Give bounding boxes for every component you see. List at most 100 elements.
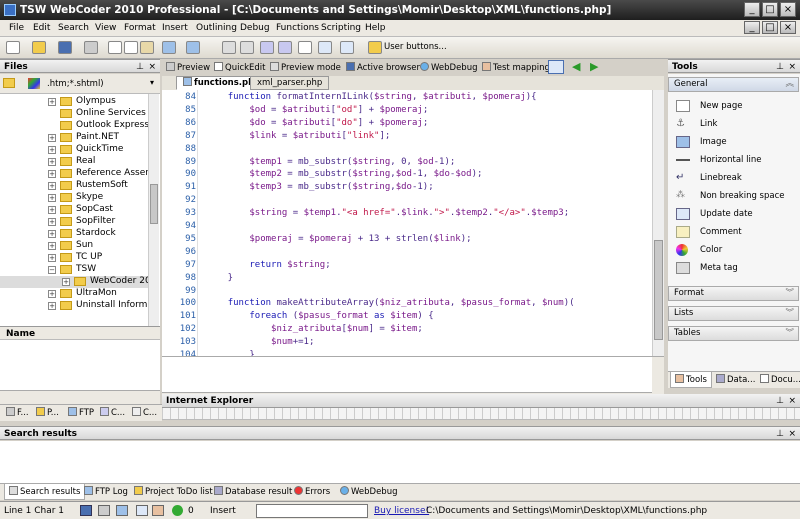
tools-section-general[interactable]: General ︽	[668, 77, 799, 92]
tab-data[interactable]: Data...	[712, 372, 759, 388]
menu-edit[interactable]: Edit	[33, 23, 50, 33]
panel-close-icon[interactable]: ×	[788, 427, 796, 441]
panel-close-icon[interactable]: ×	[788, 394, 796, 408]
code-text: $temp2 = mb_substr($string,$od-1, $do-$o…	[249, 169, 483, 180]
indent-icon[interactable]	[278, 41, 292, 54]
user-buttons-icon[interactable]	[368, 41, 382, 54]
open-folder-icon[interactable]	[32, 41, 46, 54]
tab-project-todo[interactable]: Project ToDo list	[130, 484, 217, 500]
output-tab-bar: Search results FTP Log Project ToDo list…	[0, 483, 800, 500]
new-page-icon	[676, 100, 690, 112]
tools-icon[interactable]	[152, 505, 164, 516]
menu-functions[interactable]: Functions	[276, 23, 319, 33]
copy-icon[interactable]	[124, 41, 138, 54]
tab-clips[interactable]: C...	[128, 405, 161, 421]
menu-file[interactable]: File	[9, 23, 24, 33]
doc-restore-button[interactable]: □	[762, 21, 778, 34]
folder-icon	[60, 217, 72, 226]
bookmark-icon[interactable]	[260, 41, 274, 54]
pin-icon[interactable]: ⊥	[776, 60, 784, 74]
doc-close-button[interactable]: ×	[780, 21, 796, 34]
pin-icon[interactable]: ⊥	[776, 394, 784, 408]
files-hscroll[interactable]	[0, 390, 160, 404]
save-icon[interactable]	[80, 505, 92, 516]
tools-bottom-tabs: Tools Data... Docu...	[668, 371, 800, 388]
tab-code[interactable]: C...	[96, 405, 129, 421]
save-icon[interactable]	[58, 41, 72, 54]
panel-close-icon[interactable]: ×	[788, 60, 796, 74]
menu-help[interactable]: Help	[365, 23, 386, 33]
tab-database-result[interactable]: Database result	[210, 484, 296, 500]
pin-icon[interactable]: ⊥	[776, 427, 784, 441]
close-button[interactable]: ×	[780, 2, 796, 17]
comment-icon[interactable]	[298, 41, 312, 54]
menu-view[interactable]: View	[95, 23, 116, 33]
find-next-icon[interactable]	[240, 41, 254, 54]
webdebug-button[interactable]: WebDebug	[420, 62, 477, 73]
paste-icon[interactable]	[140, 41, 154, 54]
folder-up-icon[interactable]	[3, 78, 15, 88]
tab-files[interactable]: F...	[2, 405, 33, 421]
quickedit-button[interactable]: QuickEdit	[214, 62, 266, 73]
files-filter-select[interactable]: .htm;*.shtml)	[47, 79, 104, 89]
message-icon[interactable]	[318, 41, 332, 54]
monitor-icon[interactable]	[116, 505, 128, 516]
tools-section-format[interactable]: Format ︾	[668, 286, 799, 301]
buy-license-link[interactable]: Buy license!	[374, 506, 429, 516]
tab-ftp[interactable]: FTP	[64, 405, 98, 421]
folder-icon	[74, 277, 86, 286]
menu-scripting[interactable]: Scripting	[321, 23, 361, 33]
panel-close-icon[interactable]: ×	[148, 60, 156, 74]
redo-icon[interactable]	[186, 41, 200, 54]
tools-section-tables[interactable]: Tables ︾	[668, 326, 799, 341]
find-icon[interactable]	[222, 41, 236, 54]
undo-icon[interactable]	[162, 41, 176, 54]
tree-item-selected[interactable]: + WebCoder 20	[0, 276, 151, 288]
line-number: 85	[185, 104, 196, 115]
chevron-down-icon[interactable]: ▾	[150, 78, 154, 87]
editor-vscroll[interactable]	[652, 90, 664, 356]
back-arrow-icon[interactable]: ◀	[572, 60, 580, 73]
folder-icon	[60, 145, 72, 154]
user-buttons-label[interactable]: User buttons...	[384, 42, 447, 52]
chevron-up-icon: ︽	[785, 79, 794, 89]
menu-insert[interactable]: Insert	[162, 23, 188, 33]
tab-documents[interactable]: Docu...	[756, 372, 800, 388]
code-editor[interactable]: 84 function formatInternILink($string, $…	[162, 90, 664, 356]
maximize-button[interactable]: □	[762, 2, 778, 17]
print-icon[interactable]	[98, 505, 110, 516]
preview-mode-button[interactable]: Preview mode	[270, 62, 341, 73]
name-column-header[interactable]: Name	[0, 326, 160, 340]
menu-format[interactable]: Format	[124, 23, 156, 33]
tab-search-results[interactable]: Search results	[4, 484, 86, 500]
doc-minimize-button[interactable]: _	[744, 21, 760, 34]
folder-icon	[60, 205, 72, 214]
menu-search[interactable]: Search	[58, 23, 89, 33]
tab-webdebug[interactable]: WebDebug	[336, 484, 401, 500]
new-file-icon[interactable]	[6, 41, 20, 54]
status-ok-icon	[172, 505, 183, 516]
active-browser-button[interactable]: Active browser	[346, 62, 420, 73]
minimize-button[interactable]: _	[744, 2, 760, 17]
forward-arrow-icon[interactable]: ▶	[590, 60, 598, 73]
tab-project[interactable]: P...	[32, 405, 63, 421]
cut-icon[interactable]	[108, 41, 122, 54]
menu-debug[interactable]: Debug	[240, 23, 270, 33]
layout-toggle-icon[interactable]	[548, 60, 564, 74]
tab-errors[interactable]: Errors	[290, 484, 334, 500]
tab-tools[interactable]: Tools	[670, 372, 712, 388]
tab-ftp-log[interactable]: FTP Log	[80, 484, 132, 500]
preview-button[interactable]: Preview	[166, 62, 210, 73]
tools-section-lists[interactable]: Lists ︾	[668, 306, 799, 321]
pin-icon[interactable]: ⊥	[136, 60, 144, 74]
chat-icon[interactable]	[340, 41, 354, 54]
status-input[interactable]	[256, 504, 368, 518]
code-text: $pomeraj = $pomeraj + 13 + strlen($link)…	[249, 233, 472, 244]
print-icon[interactable]	[84, 41, 98, 54]
tree-scrollbar[interactable]	[148, 94, 159, 326]
test-mappings-button[interactable]: Test mappings	[482, 62, 554, 73]
menu-outlining[interactable]: Outlining	[196, 23, 237, 33]
tab-xml-parser-php[interactable]: xml_parser.php	[250, 76, 330, 90]
file-list	[0, 340, 160, 390]
browser-icon[interactable]	[136, 505, 148, 516]
